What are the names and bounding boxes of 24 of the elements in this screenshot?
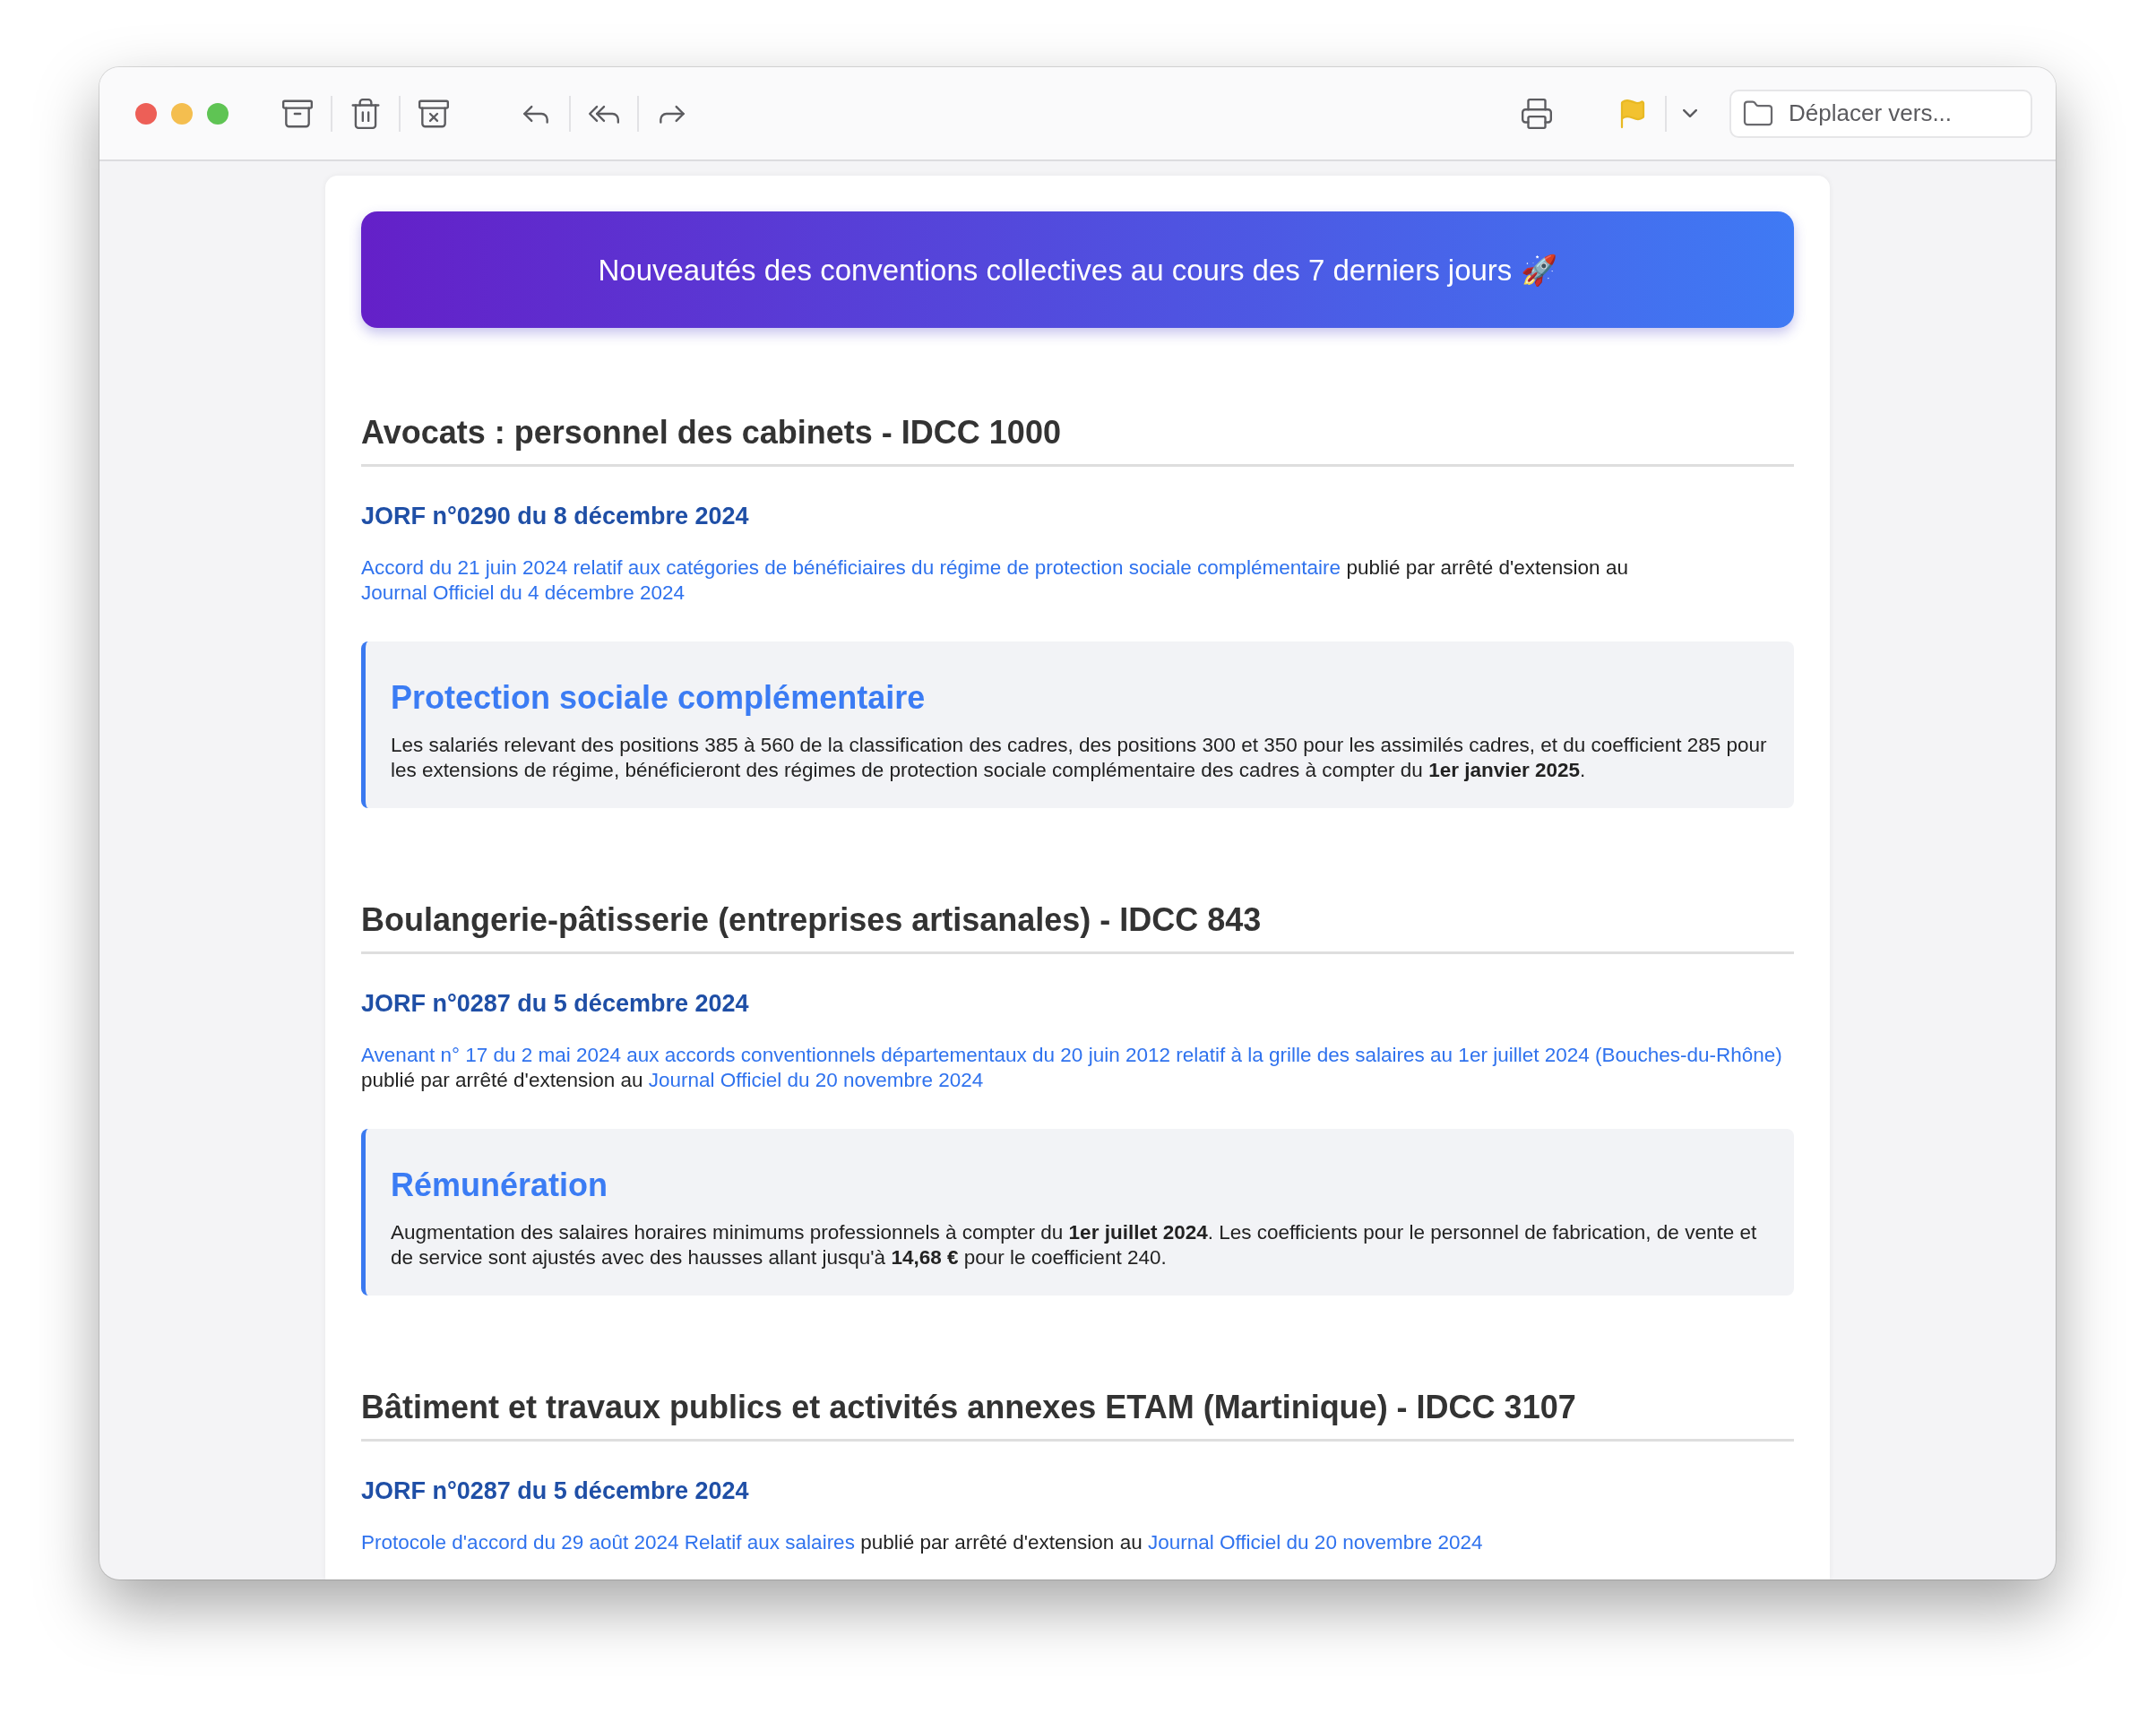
- move-to-field[interactable]: Déplacer vers...: [1729, 89, 2032, 138]
- journal-issue-heading: JORF n°0287 du 5 décembre 2024: [361, 1477, 750, 1505]
- text-link[interactable]: Journal Officiel du 4 décembre 2024: [361, 581, 686, 604]
- journal-issue-heading: JORF n°0290 du 8 décembre 2024: [361, 503, 750, 530]
- text-link[interactable]: Accord du 21 juin 2024 relatif aux catégories de bénéficiaires du régime de protection sociale complémentaire: [361, 556, 1341, 579]
- summary-title: Rémunération: [391, 1166, 609, 1204]
- text-link[interactable]: Journal Officiel du 20 novembre 2024: [1147, 1531, 1483, 1554]
- journal-issue-heading: JORF n°0287 du 5 décembre 2024: [361, 990, 750, 1018]
- section-heading: Boulangerie-pâtisserie (entreprises artisanales) - IDCC 843: [361, 901, 1794, 954]
- summary-text: Augmentation des salaires horaires minimums professionnels à compter du 1er juillet 2024. Les coefficients pour le personnel de fabrication, de vente et de service sont ajustés avec des hausses allant jusqu'à 14,68 € pour le coefficient 240.: [391, 1220, 1758, 1270]
- body-text: publié par arrêté d'extension au: [860, 1531, 1143, 1554]
- section-heading: Bâtiment et travaux publics et activités annexes ETAM (Martinique) - IDCC 3107: [361, 1389, 1794, 1442]
- summary-text: Les salariés relevant des positions 385 à 560 de la classification des cadres, des positions 300 et 350 pour les assimilés cadres, et du coefficient 285 pour les extensions de régime, bénéficieront des régimes de protection sociale complémentaire des cadres à compter du 1er janvier 2025.: [391, 733, 1768, 783]
- text-link[interactable]: Protocole d'accord du 29 août 2024 Relatif aux salaires: [361, 1531, 855, 1554]
- chevron-down-icon: [1683, 109, 1697, 117]
- text-link[interactable]: Avenant n° 17 du 2 mai 2024 aux accords conventionnels départementaux du 20 juin 2012 relatif à la grille des salaires au 1er juillet 2024 (Bouches-du-Rhône): [361, 1044, 1782, 1066]
- summary-title: Protection sociale complémentaire: [391, 679, 927, 717]
- printer-icon: [1520, 96, 1554, 131]
- banner: Nouveautés des conventions collectives au cours des 7 derniers jours 🚀: [361, 211, 1794, 328]
- body-text: publié par arrêté d'extension au: [361, 1069, 643, 1091]
- body-text: publié par arrêté d'extension au: [1346, 556, 1628, 579]
- text-link[interactable]: Journal Officiel du 20 novembre 2024: [648, 1069, 984, 1091]
- close-button[interactable]: [135, 102, 157, 125]
- section-heading: Avocats : personnel des cabinets - IDCC 1000: [361, 414, 1794, 467]
